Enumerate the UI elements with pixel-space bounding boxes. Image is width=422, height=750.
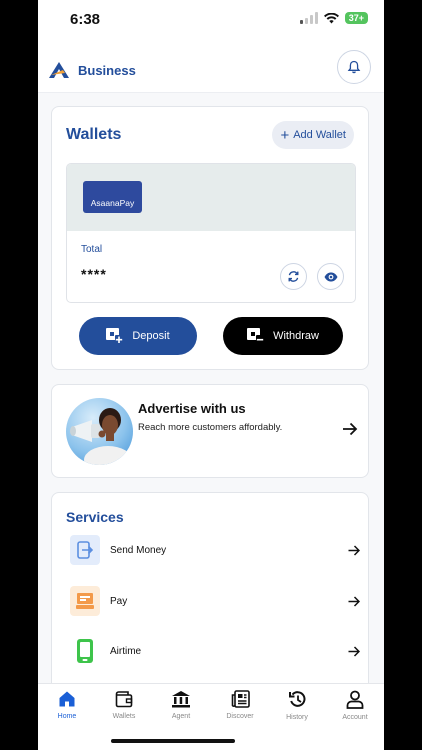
refresh-button[interactable] — [280, 263, 307, 290]
tab-label: Account — [342, 714, 368, 721]
arrow-right-icon — [343, 422, 358, 436]
bank-icon — [172, 691, 190, 708]
service-label: Pay — [110, 595, 128, 607]
advertise-banner[interactable]: Advertise with us Reach more customers a… — [51, 384, 369, 478]
bell-icon — [347, 60, 361, 74]
send-money-icon — [70, 535, 100, 565]
arrow-right-icon — [348, 595, 360, 607]
deposit-icon — [106, 328, 124, 344]
wallet-balance-card[interactable]: AsaanaPay Total **** — [66, 163, 356, 303]
brand-name: Business — [78, 63, 136, 78]
service-label: Send Money — [110, 544, 167, 556]
service-label: Airtime — [110, 645, 142, 657]
wallet-icon — [115, 691, 133, 708]
withdraw-button[interactable]: Withdraw — [223, 317, 343, 355]
wifi-icon — [323, 12, 339, 23]
status-bar: 6:38 37+ — [38, 0, 384, 44]
tab-home[interactable]: Home — [42, 690, 92, 720]
withdraw-icon — [247, 328, 265, 344]
app-header: Business — [38, 44, 384, 93]
home-icon — [59, 691, 75, 707]
tab-account[interactable]: Account — [330, 690, 380, 721]
status-time: 6:38 — [70, 11, 101, 28]
app-screen: 6:38 37+ Business Wallets + Add Wallet A… — [38, 0, 384, 750]
status-icons: 37+ — [299, 12, 368, 24]
home-indicator[interactable] — [111, 739, 235, 743]
tab-label: History — [286, 714, 308, 721]
refresh-icon — [288, 271, 299, 282]
add-wallet-button[interactable]: + Add Wallet — [272, 121, 354, 149]
tab-label: Discover — [226, 713, 254, 720]
services-title: Services — [66, 509, 124, 525]
tab-label: Wallets — [112, 713, 136, 720]
brand-logo-icon — [49, 62, 69, 78]
tab-history[interactable]: History — [272, 690, 322, 721]
history-icon — [288, 691, 305, 707]
services-card: Services Send Money Pay Airtime — [51, 492, 369, 692]
arrow-right-icon — [348, 544, 360, 556]
battery-icon: 37+ — [344, 12, 368, 24]
megaphone-person-illustration — [70, 408, 132, 465]
service-pay[interactable]: Pay — [70, 586, 360, 616]
service-airtime[interactable]: Airtime — [70, 636, 360, 666]
asaanapay-card: AsaanaPay — [83, 181, 142, 213]
wallets-card: Wallets + Add Wallet AsaanaPay Total ***… — [51, 106, 369, 370]
tab-label: Home — [57, 713, 77, 720]
deposit-label: Deposit — [132, 330, 170, 342]
notifications-button[interactable] — [337, 50, 371, 84]
add-wallet-label: Add Wallet — [293, 129, 346, 141]
total-balance: **** — [81, 266, 107, 282]
show-balance-button[interactable] — [317, 263, 344, 290]
advertise-image — [66, 398, 133, 465]
withdraw-label: Withdraw — [273, 330, 319, 342]
advertise-subtitle: Reach more customers affordably. — [138, 422, 283, 433]
signal-icon — [299, 12, 318, 24]
service-send-money[interactable]: Send Money — [70, 535, 360, 565]
pay-icon — [70, 586, 100, 616]
eye-icon — [324, 272, 337, 281]
airtime-icon — [70, 636, 100, 666]
plus-icon: + — [280, 126, 290, 144]
person-icon — [346, 690, 364, 709]
tab-agent[interactable]: Agent — [156, 690, 206, 720]
tab-wallets[interactable]: Wallets — [99, 690, 149, 720]
news-icon — [231, 690, 250, 708]
tab-label: Agent — [171, 713, 191, 720]
wallets-title: Wallets — [66, 126, 122, 143]
arrow-right-icon — [348, 645, 360, 657]
total-label: Total — [81, 244, 103, 255]
advertise-title: Advertise with us — [138, 401, 246, 416]
deposit-button[interactable]: Deposit — [79, 317, 197, 355]
tab-discover[interactable]: Discover — [215, 690, 265, 720]
wallet-card-banner: AsaanaPay — [67, 164, 355, 231]
